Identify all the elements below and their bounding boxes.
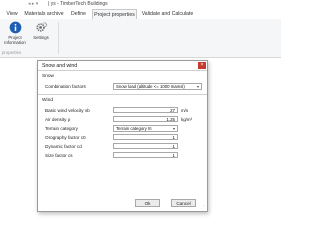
chevron-down-icon: ▾ bbox=[196, 84, 199, 89]
project-information-button[interactable]: Project Information bbox=[2, 21, 28, 45]
chevron-down-icon: ▾ bbox=[172, 126, 175, 131]
gear-icon bbox=[35, 22, 47, 32]
info-icon bbox=[9, 21, 21, 34]
basic-wind-velocity-input[interactable]: 27 bbox=[113, 107, 178, 113]
combination-factors-value: Snow load (altitude <= 1000 mamsl) bbox=[116, 84, 185, 89]
tab-materials-archive[interactable]: Materials archive bbox=[24, 9, 64, 19]
orography-factor-input[interactable]: 1 bbox=[113, 134, 178, 140]
tab-validate-and-calculate[interactable]: Validate and Calculate bbox=[139, 9, 196, 19]
air-density-label: Air density ρ bbox=[45, 117, 71, 122]
quick-access-toolbar[interactable]: ◂ ▸ ▾ bbox=[28, 0, 38, 9]
close-button[interactable]: × bbox=[198, 62, 206, 69]
snow-section-label: Snow bbox=[42, 74, 54, 79]
size-factor-label: Size factor cs bbox=[45, 153, 73, 158]
snow-and-wind-dialog: Snow and wind × Snow Combination factors… bbox=[37, 60, 208, 212]
air-density-unit: kg/m³ bbox=[181, 117, 192, 122]
group-separator bbox=[58, 22, 59, 54]
orography-factor-label: Orography factor c0 bbox=[45, 135, 86, 140]
size-factor-input[interactable]: 1 bbox=[113, 152, 178, 158]
resize-grip-icon[interactable]: ⋰ bbox=[201, 204, 205, 209]
title-separator bbox=[38, 70, 207, 71]
settings-label: Settings bbox=[33, 35, 49, 40]
ribbon-group-label: properties bbox=[2, 50, 22, 55]
tab-define[interactable]: Define bbox=[67, 9, 90, 19]
close-icon: × bbox=[200, 62, 204, 68]
title-bar: ◂ ▸ ▾ | ys - TimberTech Buildings bbox=[0, 0, 281, 9]
cancel-button[interactable]: Cancel bbox=[171, 199, 196, 207]
terrain-category-label: Terrain category bbox=[45, 126, 78, 131]
combination-factors-select[interactable]: Snow load (altitude <= 1000 mamsl) ▾ bbox=[113, 83, 202, 90]
project-information-label: Project Information bbox=[4, 35, 26, 45]
tab-view[interactable]: View bbox=[3, 9, 21, 19]
settings-button[interactable]: Settings bbox=[28, 21, 54, 40]
basic-wind-velocity-unit: m/s bbox=[181, 108, 189, 113]
terrain-category-value: Terrain category III bbox=[116, 126, 152, 131]
ribbon: Project Information Settings properties bbox=[0, 19, 281, 58]
section-separator bbox=[38, 94, 207, 95]
tab-project-properties[interactable]: Project properties bbox=[92, 9, 137, 19]
ok-button[interactable]: Ok bbox=[135, 199, 160, 207]
dialog-title: Snow and wind bbox=[42, 63, 78, 69]
combination-factors-label: Combination factors bbox=[45, 84, 86, 89]
air-density-input[interactable]: 1.25 bbox=[113, 116, 178, 122]
dynamic-factor-label: Dynamic factor cd bbox=[45, 144, 82, 149]
terrain-category-select[interactable]: Terrain category III ▾ bbox=[113, 125, 178, 132]
window-title: | ys - TimberTech Buildings bbox=[48, 1, 108, 7]
dynamic-factor-input[interactable]: 1 bbox=[113, 143, 178, 149]
wind-section-label: Wind bbox=[42, 98, 53, 103]
basic-wind-velocity-label: Basic wind velocity vb bbox=[45, 108, 90, 113]
